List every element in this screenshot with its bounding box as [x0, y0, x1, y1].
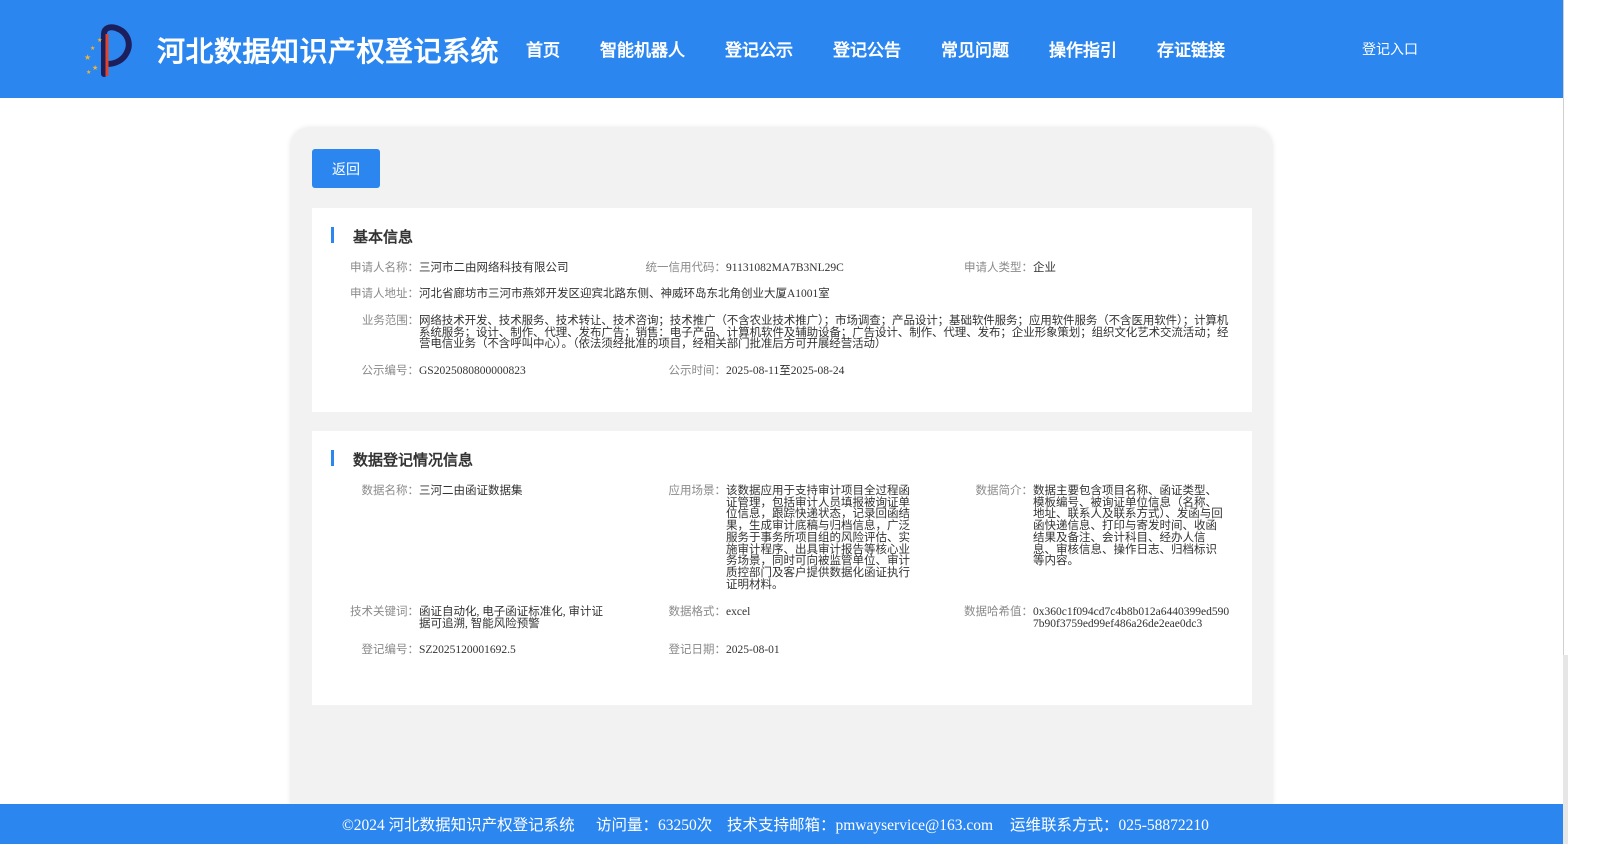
- field-label: 申请人名称：: [350, 262, 419, 274]
- reg-no-value: SZ2025120001692.5: [419, 644, 516, 656]
- svg-text:★: ★: [84, 53, 91, 62]
- reg-date-field: 登记日期： 2025-08-01: [669, 644, 916, 657]
- nav-home[interactable]: 首页: [526, 36, 560, 61]
- credit-code-field: 统一信用代码： 91131082MA7B3NL29C: [646, 262, 946, 275]
- address-value: 河北省廊坊市三河市燕郊开发区迎宾北路东侧、神威环岛东北角创业大厦A1001室: [419, 288, 830, 300]
- nav-faq[interactable]: 常见问题: [941, 36, 1009, 61]
- site-logo[interactable]: ★ ★ ★ ★ ★: [80, 24, 136, 80]
- keywords-value: 函证自动化, 电子函证标准化, 审计证据可追溯, 智能风险预警: [419, 606, 603, 630]
- nav-chain-link[interactable]: 存证链接: [1157, 36, 1225, 61]
- format-value: excel: [726, 606, 751, 618]
- field-label: 应用场景：: [668, 485, 727, 497]
- publicity-time-value: 2025-08-11至2025-08-24: [726, 365, 845, 377]
- basic-info-title: 基本信息: [353, 228, 414, 246]
- applicant-name-value: 三河市二由网络科技有限公司: [419, 262, 569, 274]
- registration-info-title: 数据登记情况信息: [353, 451, 474, 469]
- main-nav: 首页 智能机器人 登记公示 登记公告 常见问题 操作指引 存证链接: [526, 36, 1265, 61]
- footer-email: 技术支持邮箱：pmwayservice@163.com: [727, 817, 994, 834]
- page-margin: [0, 844, 1600, 861]
- section-marker: [331, 227, 334, 243]
- nav-guide[interactable]: 操作指引: [1049, 36, 1117, 61]
- field-label: 数据简介：: [975, 485, 1034, 497]
- field-label: 申请人类型：: [964, 262, 1033, 274]
- business-scope-value: 网络技术开发、技术服务、技术转让、技术咨询；技术推广（不含农业技术推广）；市场调…: [419, 315, 1229, 351]
- field-label: 公示时间：: [668, 365, 727, 377]
- field-label: 统一信用代码：: [645, 262, 727, 274]
- data-name-value: 三河二由函证数据集: [419, 485, 523, 497]
- applicant-name-field: 申请人名称： 三河市二由网络科技有限公司: [350, 262, 634, 275]
- publicity-no-field: 公示编号： GS2025080800000823: [362, 365, 639, 378]
- field-label: 申请人地址：: [350, 288, 419, 300]
- registration-info-panel: 数据登记情况信息 数据名称： 三河二由函证数据集 应用场景： 该数据应用于支持审…: [312, 431, 1252, 705]
- svg-text:★: ★: [92, 64, 98, 72]
- top-header: ★ ★ ★ ★ ★ 河北数据知识产权登记系统 首页 智能机器人 登记公示 登记公…: [0, 0, 1563, 98]
- svg-text:★: ★: [90, 45, 95, 52]
- summary-value: 数据主要包含项目名称、函证类型、模板编号、被询证单位信息（名称、地址、联系人及联…: [1033, 485, 1223, 568]
- credit-code-value: 91131082MA7B3NL29C: [726, 262, 844, 274]
- page-margin: [1568, 0, 1600, 861]
- field-label: 数据格式：: [668, 606, 727, 618]
- footer-visits: 访问量：63250次: [596, 817, 713, 834]
- field-label: 公示编号：: [361, 365, 420, 377]
- field-label: 技术关键词：: [350, 606, 419, 618]
- field-label: 业务范围：: [362, 315, 419, 327]
- keywords-field: 技术关键词： 函证自动化, 电子函证标准化, 审计证据可追溯, 智能风险预警: [350, 606, 614, 630]
- back-button[interactable]: 返回: [312, 149, 380, 188]
- footer-copyright: ©2024 河北数据知识产权登记系统: [342, 817, 575, 834]
- field-label: 数据哈希值：: [964, 606, 1033, 618]
- field-label: 数据名称：: [361, 485, 420, 497]
- site-footer: ©2024 河北数据知识产权登记系统 访问量：63250次 技术支持邮箱：pmw…: [0, 804, 1563, 844]
- login-link[interactable]: 登记入口: [1362, 39, 1418, 59]
- publicity-time-field: 公示时间： 2025-08-11至2025-08-24: [669, 365, 946, 378]
- address-field: 申请人地址： 河北省廊坊市三河市燕郊开发区迎宾北路东侧、神威环岛东北角创业大厦A…: [350, 288, 1234, 301]
- hash-value: 0x360c1f094cd7c4b8b012a6440399ed5907b90f…: [1033, 606, 1230, 630]
- svg-text:★: ★: [86, 69, 91, 76]
- section-marker: [331, 450, 334, 466]
- nav-publicity[interactable]: 登记公示: [725, 36, 793, 61]
- svg-text:★: ★: [97, 37, 102, 44]
- hash-field: 数据哈希值： 0x360c1f094cd7c4b8b012a6440399ed5…: [964, 606, 1233, 630]
- field-label: 登记日期：: [668, 644, 727, 656]
- data-name-field: 数据名称： 三河二由函证数据集: [362, 485, 619, 498]
- nav-announcement[interactable]: 登记公告: [833, 36, 901, 61]
- site-title: 河北数据知识产权登记系统: [157, 35, 500, 68]
- business-scope-field: 业务范围： 网络技术开发、技术服务、技术转让、技术咨询；技术推广（不含农业技术推…: [362, 315, 1234, 351]
- nav-robot[interactable]: 智能机器人: [600, 36, 685, 61]
- reg-date-value: 2025-08-01: [726, 644, 780, 656]
- scenario-field: 应用场景： 该数据应用于支持审计项目全过程函证管理，包括审计人员填报被询证单位信…: [669, 485, 916, 591]
- publicity-no-value: GS2025080800000823: [419, 365, 526, 377]
- field-label: 登记编号：: [361, 644, 420, 656]
- footer-phone: 运维联系方式：025-58872210: [1010, 817, 1209, 834]
- format-field: 数据格式： excel: [669, 606, 916, 619]
- reg-no-field: 登记编号： SZ2025120001692.5: [362, 644, 619, 657]
- scenario-value: 该数据应用于支持审计项目全过程函证管理，包括审计人员填报被询证单位信息，跟踪快递…: [726, 485, 910, 591]
- applicant-type-value: 企业: [1033, 262, 1056, 274]
- summary-field: 数据简介： 数据主要包含项目名称、函证类型、模板编号、被询证单位信息（名称、地址…: [976, 485, 1225, 568]
- applicant-type-field: 申请人类型： 企业: [964, 262, 1233, 275]
- basic-info-panel: 基本信息 申请人名称： 三河市二由网络科技有限公司 统一信用代码： 911310…: [312, 208, 1252, 412]
